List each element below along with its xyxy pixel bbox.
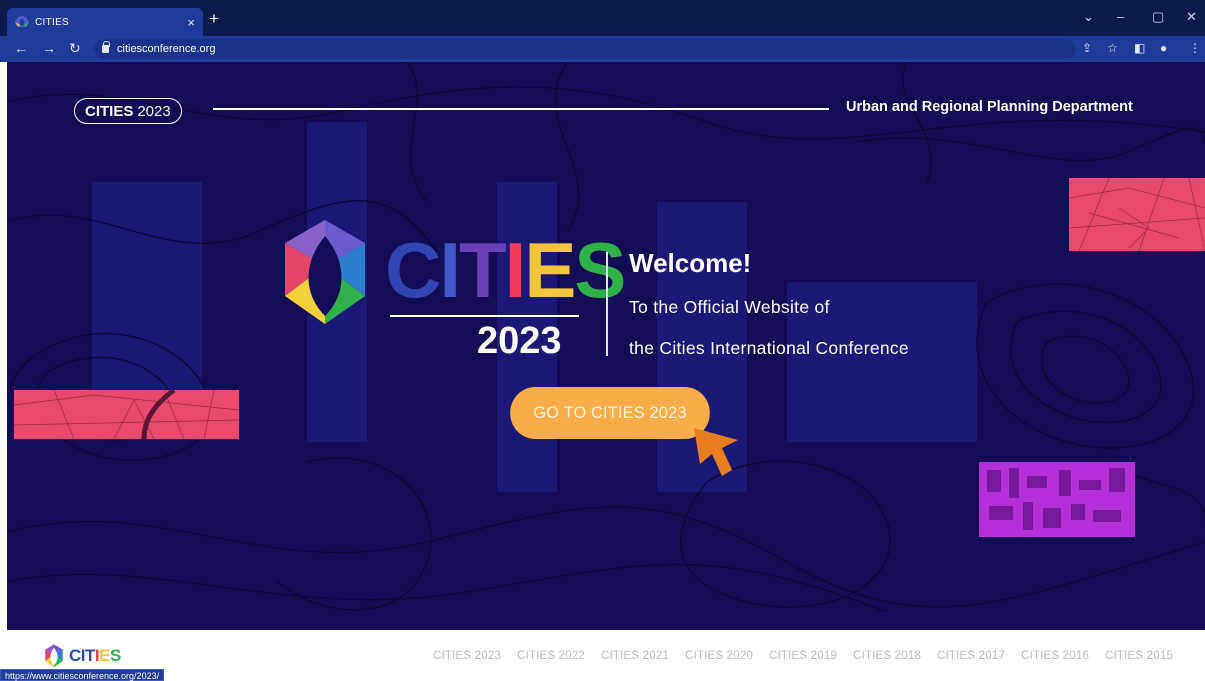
pill-logo-bold: CITIES [85, 102, 134, 120]
tagline-line-1: To the Official Website of [629, 297, 830, 317]
share-icon[interactable]: ⇪ [1082, 41, 1092, 55]
hero-vertical-divider [606, 252, 608, 356]
url-text: citiesconference.org [117, 43, 216, 55]
year-link-2019[interactable]: CITIES 2019 [769, 650, 837, 662]
tab-search-icon[interactable]: ⌄ [1083, 9, 1094, 25]
map-tile-top-right [1069, 178, 1205, 251]
reload-icon[interactable]: ↻ [69, 40, 81, 57]
logo-year: 2023 [477, 320, 562, 362]
footer-hexagon-logo-icon [45, 644, 63, 668]
wordmark-letter: S [574, 226, 626, 314]
wordmark-letter: C [385, 226, 441, 314]
profile-icon[interactable]: ● [1160, 41, 1167, 55]
wordmark-letter: I [439, 226, 461, 314]
map-tile-left [14, 390, 239, 439]
wordmark-letter: E [524, 226, 576, 314]
year-link-2021[interactable]: CITIES 2021 [601, 650, 669, 662]
logo-underline [390, 315, 579, 317]
year-link-2018[interactable]: CITIES 2018 [853, 650, 921, 662]
year-link-2016[interactable]: CITIES 2016 [1021, 650, 1089, 662]
side-panel-icon[interactable]: ◧ [1134, 41, 1145, 55]
wordmark-letter: T [459, 226, 507, 314]
status-bar-url: https://www.citiesconference.org/2023/ [0, 669, 165, 681]
new-tab-button[interactable]: + [209, 10, 219, 28]
year-link-2022[interactable]: CITIES 2022 [517, 650, 585, 662]
pill-logo-year: 2023 [137, 102, 171, 120]
tab-title: CITIES [35, 16, 70, 28]
year-link-2023[interactable]: CITIES 2023 [433, 650, 501, 662]
minimize-icon[interactable]: – [1117, 9, 1124, 24]
tab-close-icon[interactable]: × [187, 15, 195, 30]
cities-hexagon-logo-icon [285, 220, 365, 324]
cities-wordmark: CITIES [385, 226, 626, 314]
cities-favicon-icon [15, 16, 29, 27]
year-link-2017[interactable]: CITIES 2017 [937, 650, 1005, 662]
year-link-2015[interactable]: CITIES 2015 [1105, 650, 1173, 662]
year-link-2020[interactable]: CITIES 2020 [685, 650, 753, 662]
lock-icon [102, 41, 110, 53]
bookmark-star-icon[interactable]: ☆ [1107, 41, 1118, 55]
mouse-cursor-icon [694, 428, 738, 476]
footer-logo-word: CITIES [69, 646, 121, 665]
back-icon[interactable]: ← [14, 40, 28, 56]
address-bar[interactable]: citiesconference.org [94, 39, 1076, 59]
map-tile-bottom-right [979, 462, 1135, 537]
browser-tab[interactable]: CITIES × [7, 8, 203, 36]
close-window-icon[interactable]: ✕ [1186, 9, 1197, 25]
forward-icon[interactable]: → [42, 40, 56, 56]
wordmark-letter: I [504, 226, 527, 314]
footer-nav: CITIES CITIES 2023 CITIES 2022 CITIES 20… [0, 630, 1205, 681]
browser-toolbar: ← → ↻ citiesconference.org ⇪ ☆ ◧ ● ⋮ [0, 36, 1205, 62]
browser-menu-icon[interactable]: ⋮ [1189, 41, 1201, 55]
department-name: Urban and Regional Planning Department [846, 99, 1133, 115]
tagline-line-2: the Cities International Conference [629, 338, 909, 358]
hero-section: CITIES 2023 Urban and Regional Planning … [7, 62, 1205, 630]
restore-icon[interactable]: ▢ [1152, 9, 1164, 25]
footer-logo[interactable]: CITIES [43, 644, 121, 668]
header-divider [213, 108, 829, 110]
browser-tab-bar: CITIES × + ⌄ – ▢ ✕ [0, 0, 1205, 36]
welcome-heading: Welcome! [629, 248, 752, 278]
cities-2023-pill-logo[interactable]: CITIES 2023 [74, 98, 182, 124]
go-to-cities-2023-button[interactable]: GO TO CITIES 2023 [510, 387, 710, 439]
